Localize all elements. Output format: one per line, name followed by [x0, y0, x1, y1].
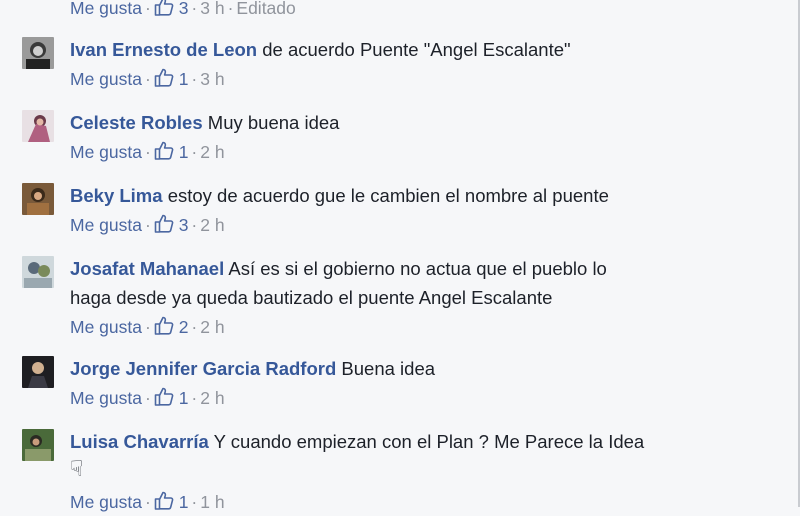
timestamp[interactable]: 2 h	[200, 215, 224, 235]
comment-body: Josafat Mahanael Así es si el gobierno n…	[70, 254, 750, 341]
separator: ·	[191, 69, 198, 89]
separator: ·	[191, 317, 198, 337]
comment-body: Celeste Robles Muy buena idea Me gusta · …	[70, 108, 750, 166]
comment-body: Beky Lima estoy de acuerdo gue le cambie…	[70, 181, 750, 239]
thumbs-up-icon[interactable]	[154, 214, 174, 239]
avatar[interactable]	[22, 429, 54, 461]
separator: ·	[191, 0, 198, 18]
comment-body: Ivan Ernesto de Leon de acuerdo Puente "…	[70, 35, 750, 93]
like-link[interactable]: Me gusta	[70, 492, 142, 512]
separator: ·	[144, 492, 151, 512]
comment-author[interactable]: Beky Lima	[70, 185, 163, 206]
separator: ·	[144, 388, 151, 408]
comment-text: Jorge Jennifer Garcia Radford Buena idea	[70, 354, 750, 383]
pointing-hand-emoji: ☟	[70, 456, 84, 481]
thumbs-up-icon[interactable]	[154, 316, 174, 341]
comment-message: Así es si el gobierno no actua que el pu…	[228, 258, 607, 279]
like-count[interactable]: 1	[179, 69, 189, 89]
like-link[interactable]: Me gusta	[70, 0, 142, 18]
comment-text: Luisa Chavarría Y cuando empiezan con el…	[70, 427, 750, 456]
comment-author[interactable]: Ivan Ernesto de Leon	[70, 39, 257, 60]
separator: ·	[144, 142, 151, 162]
like-link[interactable]: Me gusta	[70, 142, 142, 162]
comment-message: estoy de acuerdo gue le cambien el nombr…	[167, 185, 609, 206]
separator: ·	[144, 69, 151, 89]
thumbs-up-icon[interactable]	[154, 141, 174, 166]
thumbs-up-icon[interactable]	[154, 0, 174, 22]
avatar[interactable]	[22, 183, 54, 215]
comment-actions: Me gusta · 3 · 2 h	[70, 213, 750, 239]
comment-message: Y cuando empiezan con el Plan ? Me Parec…	[213, 431, 645, 452]
comment-message-line2: haga desde ya queda bautizado el puente …	[70, 287, 553, 308]
avatar[interactable]	[22, 256, 54, 288]
avatar[interactable]	[22, 356, 54, 388]
comment-author[interactable]: Celeste Robles	[70, 112, 203, 133]
comment-actions: Me gusta · 1 · 3 h	[70, 67, 750, 93]
thumbs-up-icon[interactable]	[154, 68, 174, 93]
separator: ·	[227, 0, 234, 18]
separator: ·	[144, 0, 151, 18]
like-link[interactable]: Me gusta	[70, 388, 142, 408]
thumbs-up-icon[interactable]	[154, 491, 174, 516]
comment-text: Beky Lima estoy de acuerdo gue le cambie…	[70, 181, 750, 210]
like-link[interactable]: Me gusta	[70, 215, 142, 235]
thumbs-up-icon[interactable]	[154, 387, 174, 412]
comment-text: Ivan Ernesto de Leon de acuerdo Puente "…	[70, 35, 750, 64]
comment-author[interactable]: Josafat Mahanael	[70, 258, 224, 279]
comment-actions: Me gusta · 1 · 2 h	[70, 140, 750, 166]
separator: ·	[191, 215, 198, 235]
timestamp[interactable]: 2 h	[200, 388, 224, 408]
like-count[interactable]: 2	[179, 317, 189, 337]
comment-actions: Me gusta · 3 · 3 h · Editado	[70, 0, 750, 22]
like-link[interactable]: Me gusta	[70, 69, 142, 89]
separator: ·	[191, 142, 198, 162]
like-count[interactable]: 1	[179, 388, 189, 408]
like-count[interactable]: 3	[179, 215, 189, 235]
like-count[interactable]: 1	[179, 492, 189, 512]
separator: ·	[144, 215, 151, 235]
comment-body: Luisa Chavarría Y cuando empiezan con el…	[70, 427, 750, 516]
timestamp[interactable]: 2 h	[200, 142, 224, 162]
comment-message: Muy buena idea	[207, 112, 340, 133]
timestamp[interactable]: 3 h	[200, 0, 224, 18]
separator: ·	[144, 317, 151, 337]
separator: ·	[191, 388, 198, 408]
comment-body: Jorge Jennifer Garcia Radford Buena idea…	[70, 354, 750, 412]
edited-label[interactable]: Editado	[236, 0, 295, 18]
avatar[interactable]	[22, 110, 54, 142]
like-link[interactable]: Me gusta	[70, 317, 142, 337]
comment-message: Buena idea	[341, 358, 436, 379]
timestamp[interactable]: 3 h	[200, 69, 224, 89]
timestamp[interactable]: 2 h	[200, 317, 224, 337]
comment-author[interactable]: Jorge Jennifer Garcia Radford	[70, 358, 336, 379]
comment-body: Me gusta · 3 · 3 h · Editado	[70, 0, 750, 22]
comment-actions: Me gusta · 2 · 2 h	[70, 315, 750, 341]
comment-text: Celeste Robles Muy buena idea	[70, 108, 750, 137]
comment-message: de acuerdo Puente "Angel Escalante"	[262, 39, 571, 60]
timestamp[interactable]: 1 h	[200, 492, 224, 512]
like-count[interactable]: 3	[179, 0, 189, 18]
comment-actions: Me gusta · 1 · 1 h	[70, 490, 750, 516]
separator: ·	[191, 492, 198, 512]
comment-text: Josafat Mahanael Así es si el gobierno n…	[70, 254, 750, 312]
comment-author[interactable]: Luisa Chavarría	[70, 431, 209, 452]
like-count[interactable]: 1	[179, 142, 189, 162]
comment-actions: Me gusta · 1 · 2 h	[70, 386, 750, 412]
avatar[interactable]	[22, 37, 54, 69]
